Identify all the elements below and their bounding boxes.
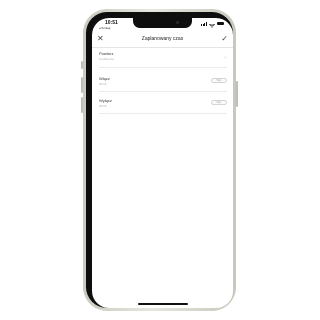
page-title: Zaplanowany czas <box>141 36 184 42</box>
status-icons <box>201 21 224 28</box>
repeat-label: Powtórz <box>99 51 114 56</box>
stage: 10:51 ◂ Szukaj ✕ Zaplanowany czas ✓ Powt… <box>0 0 320 320</box>
phone-frame: 10:51 ◂ Szukaj ✕ Zaplanowany czas ✓ Powt… <box>81 9 238 311</box>
volume-down-button <box>81 97 83 113</box>
volume-up-button <box>81 77 83 93</box>
wifi-icon <box>209 18 215 33</box>
turn-off-toggle[interactable]: Wył. <box>211 100 227 105</box>
camera-icon <box>176 21 179 24</box>
turn-off-row: Wyłącz 00:00 Wył. <box>99 94 227 114</box>
battery-icon <box>217 22 224 25</box>
turn-on-toggle[interactable]: Wył. <box>211 78 227 83</box>
check-icon[interactable]: ✓ <box>221 34 228 44</box>
turn-on-time: 00:00 <box>99 82 107 86</box>
signal-icon <box>201 21 207 26</box>
turn-on-label: Włącz <box>99 76 110 81</box>
screen: 10:51 ◂ Szukaj ✕ Zaplanowany czas ✓ Powt… <box>92 18 233 308</box>
home-indicator[interactable] <box>138 303 188 305</box>
notch <box>133 18 192 28</box>
repeat-value: Codziennie <box>99 57 115 61</box>
bezel: 10:51 ◂ Szukaj ✕ Zaplanowany czas ✓ Powt… <box>86 12 233 308</box>
chevron-right-icon: › <box>224 55 226 61</box>
mute-switch <box>81 61 83 69</box>
navigation-bar: ✕ Zaplanowany czas ✓ <box>92 33 233 48</box>
repeat-row[interactable]: Powtórz Codziennie › <box>99 49 227 68</box>
turn-off-time: 00:00 <box>99 104 107 108</box>
back-to-search-link[interactable]: ◂ Szukaj <box>99 26 110 30</box>
power-button <box>236 81 238 107</box>
turn-on-row: Włącz 00:00 Wył. <box>99 72 227 92</box>
turn-off-label: Wyłącz <box>99 98 112 103</box>
